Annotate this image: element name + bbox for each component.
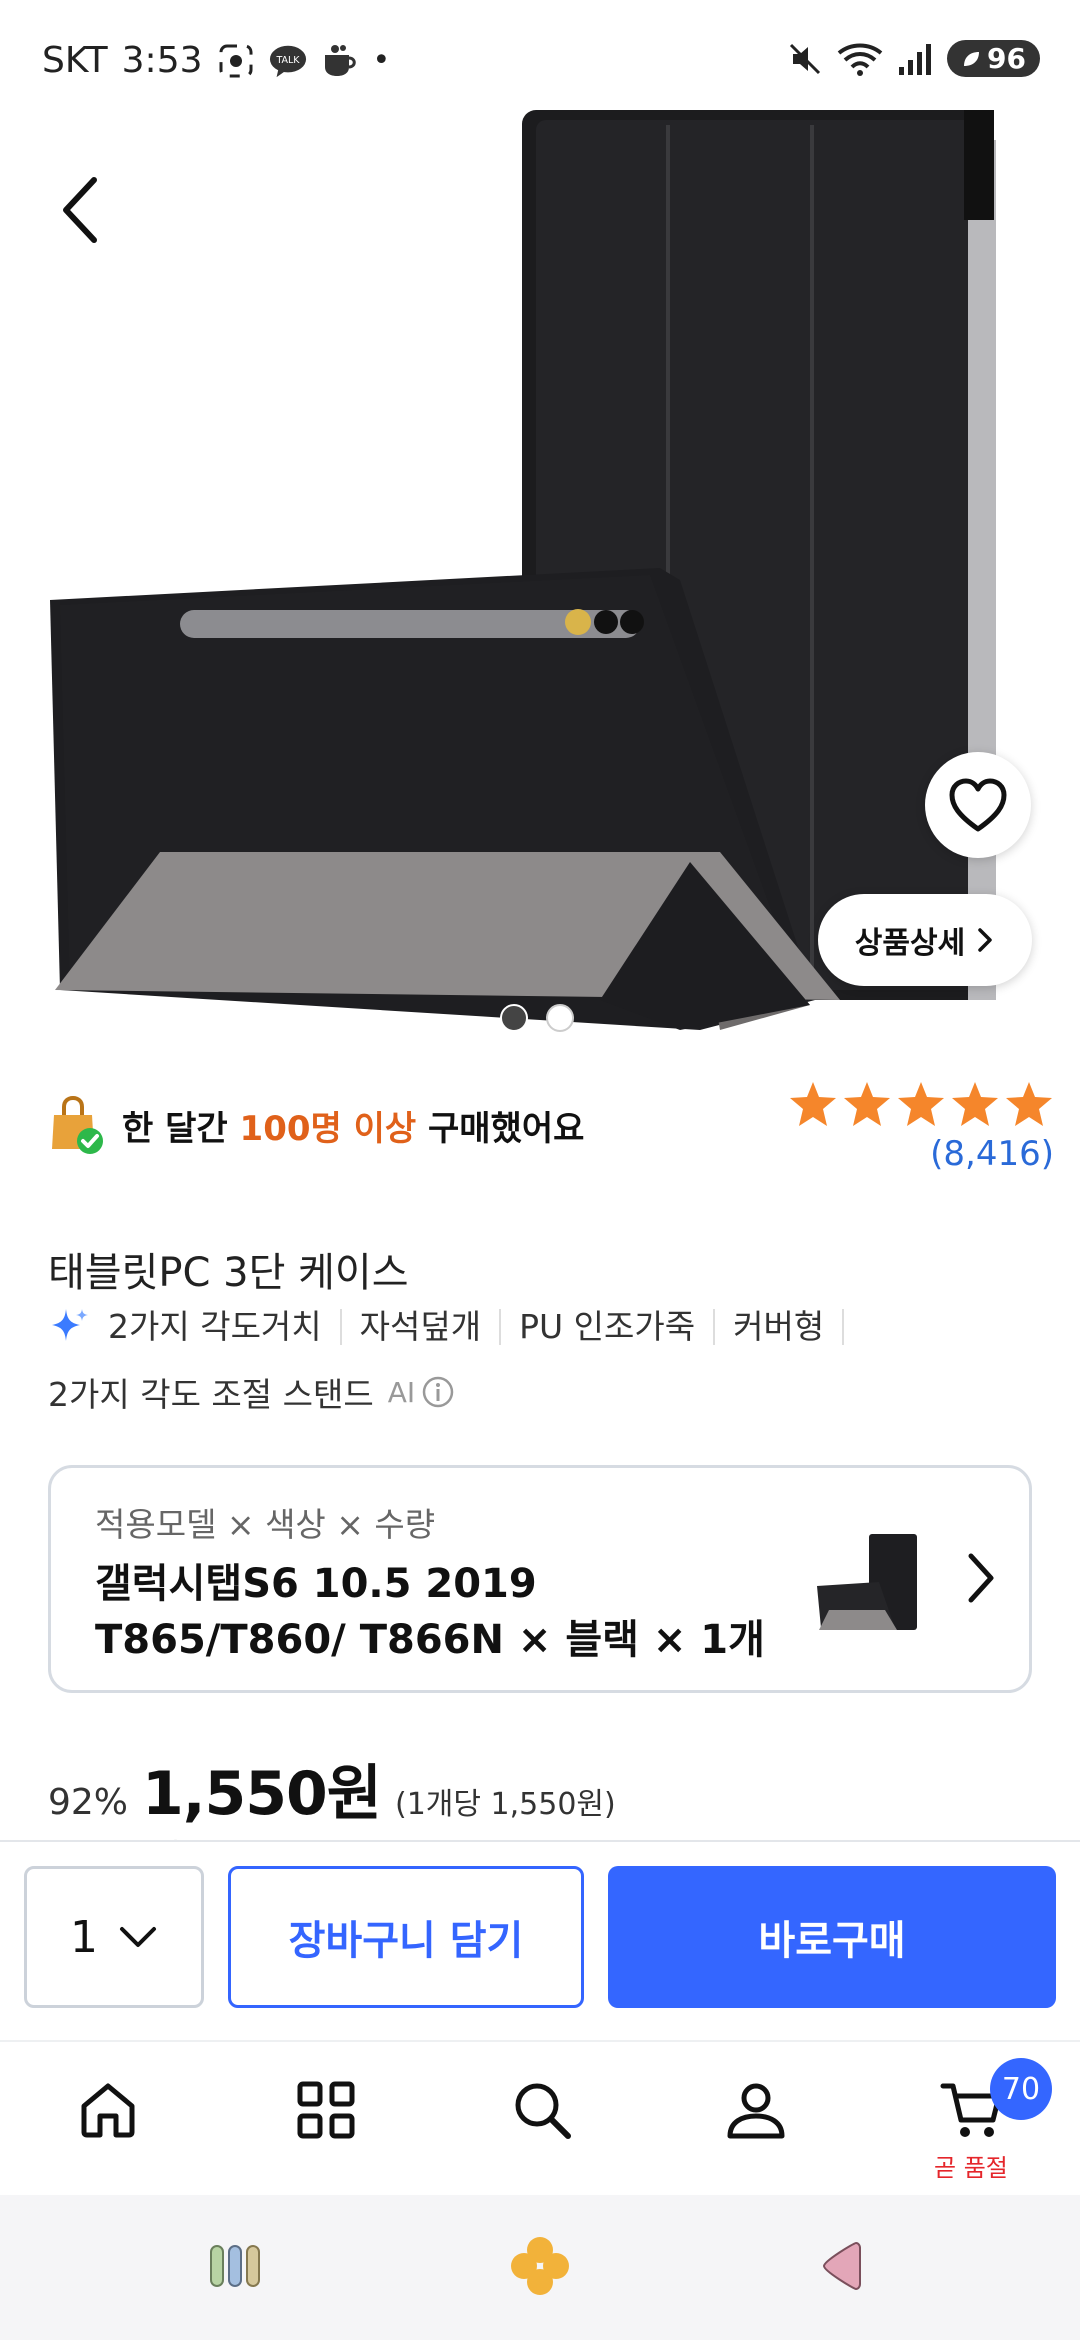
price-row: 92% 1,550원 (1개당 1,550원) — [48, 1745, 616, 1832]
grid-icon — [297, 2081, 355, 2139]
product-summary-text: 2가지 각도 조절 스탠드 — [48, 1375, 374, 1414]
review-count[interactable]: (8,416) — [788, 1134, 1054, 1174]
proof-suffix: 구매했어요 — [428, 1108, 585, 1149]
product-image-carousel[interactable]: 상품상세 — [0, 0, 1080, 1050]
proof-highlight: 100명 이상 — [239, 1108, 417, 1149]
chevron-right-icon — [978, 928, 992, 952]
chevron-down-icon — [120, 1927, 156, 1947]
sale-price: 1,550원 — [142, 1759, 382, 1829]
wishlist-button[interactable] — [925, 752, 1031, 858]
signal-icon — [899, 43, 932, 75]
quantity-value: 1 — [70, 1911, 98, 1963]
battery-leaf-icon — [964, 51, 980, 66]
shopping-bag-check-icon — [52, 1095, 103, 1154]
product-title: 태블릿PC 3단 케이스 — [48, 1250, 409, 1296]
tag-item: 자석덮개 — [342, 1309, 502, 1345]
quantity-select[interactable]: 1 — [24, 1866, 204, 2008]
purchase-count-banner: 한 달간 100명 이상 구매했어요 — [48, 1095, 584, 1155]
nav-categories[interactable] — [286, 2070, 366, 2150]
home-system-button[interactable] — [505, 2231, 575, 2301]
carousel-dot[interactable] — [546, 1004, 574, 1032]
heart-icon — [949, 778, 1007, 832]
proof-prefix: 한 달간 — [122, 1108, 228, 1149]
product-detail-label: 상품상세 — [854, 926, 966, 961]
info-icon — [422, 1376, 454, 1408]
chevron-left-icon — [63, 177, 97, 243]
home-icon — [81, 2083, 135, 2138]
search-icon — [515, 2083, 571, 2139]
kakaotalk-icon: TALK — [269, 42, 307, 80]
tag-item: 커버형 — [715, 1309, 845, 1345]
option-label: 적용모델 × 색상 × 수량 — [95, 1505, 436, 1544]
product-tags: 2가지 각도거치 자석덮개 PU 인조가죽 커버형 — [48, 1305, 845, 1349]
recent-apps-button[interactable] — [200, 2231, 270, 2301]
star-icon — [844, 1082, 890, 1126]
back-triangle-icon — [822, 2241, 861, 2291]
battery-indicator: 96 — [947, 40, 1040, 77]
battery-level: 96 — [987, 42, 1026, 75]
clock: 3:53 — [121, 40, 203, 81]
back-button[interactable] — [48, 170, 118, 250]
product-summary: 2가지 각도 조절 스탠드 AI — [48, 1368, 455, 1416]
bottom-navigation — [0, 2040, 1080, 2195]
wifi-icon — [837, 43, 883, 76]
tag-item: 2가지 각도거치 — [92, 1309, 342, 1345]
rating-summary[interactable]: (8,416) — [788, 1080, 1054, 1174]
ai-label: AI — [387, 1375, 416, 1409]
carousel-indicator — [500, 1004, 574, 1032]
option-value: 갤럭시탭S6 10.5 2019 T865/T860/ T866N × 블랙 ×… — [95, 1561, 765, 1663]
discount-rate: 92% — [48, 1782, 129, 1823]
nav-my-account[interactable] — [716, 2070, 796, 2150]
cart-count-badge: 70 — [990, 2058, 1052, 2120]
recent-apps-icon — [210, 2245, 260, 2287]
tag-item: PU 인조가죽 — [501, 1309, 716, 1345]
star-icon — [1006, 1082, 1052, 1126]
sparkle-icon — [52, 1309, 88, 1341]
screenshot-icon — [217, 42, 255, 80]
ai-info[interactable]: AI — [388, 1375, 455, 1409]
carrier-label: SKT — [42, 40, 108, 81]
add-to-cart-button[interactable]: 장바구니 담기 — [228, 1866, 584, 2008]
coffee-icon — [321, 42, 359, 80]
home-flower-icon — [511, 2237, 569, 2295]
star-icon — [898, 1082, 944, 1126]
product-photo — [50, 110, 996, 1030]
star-icon — [790, 1082, 836, 1126]
unit-price: (1개당 1,550원) — [395, 1787, 616, 1822]
system-navigation-bar — [0, 2195, 1080, 2340]
more-notifications-icon: • — [372, 43, 391, 78]
star-icon — [952, 1082, 998, 1126]
status-bar: SKT 3:53 TALK • 96 — [0, 0, 1080, 120]
nav-search[interactable] — [502, 2070, 582, 2150]
purchase-bar: 1 장바구니 담기 바로구매 — [0, 1840, 1080, 2040]
back-system-button[interactable] — [806, 2231, 876, 2301]
buy-now-button[interactable]: 바로구매 — [608, 1866, 1056, 2008]
product-detail-button[interactable]: 상품상세 — [818, 894, 1032, 986]
soldout-soon-label: 곧 품절 — [934, 2154, 1008, 2182]
svg-text:TALK: TALK — [275, 54, 300, 65]
star-rating — [788, 1080, 1054, 1128]
mute-icon — [789, 43, 821, 74]
purchase-count-text: 한 달간 100명 이상 구매했어요 — [122, 1101, 584, 1150]
chevron-right-icon — [968, 1553, 994, 1603]
option-selector[interactable]: 적용모델 × 색상 × 수량 갤럭시탭S6 10.5 2019 T865/T86… — [48, 1465, 1032, 1693]
nav-home[interactable] — [68, 2070, 148, 2150]
user-icon — [727, 2083, 785, 2139]
option-thumbnail — [817, 1534, 917, 1630]
carousel-dot-active[interactable] — [500, 1004, 528, 1032]
